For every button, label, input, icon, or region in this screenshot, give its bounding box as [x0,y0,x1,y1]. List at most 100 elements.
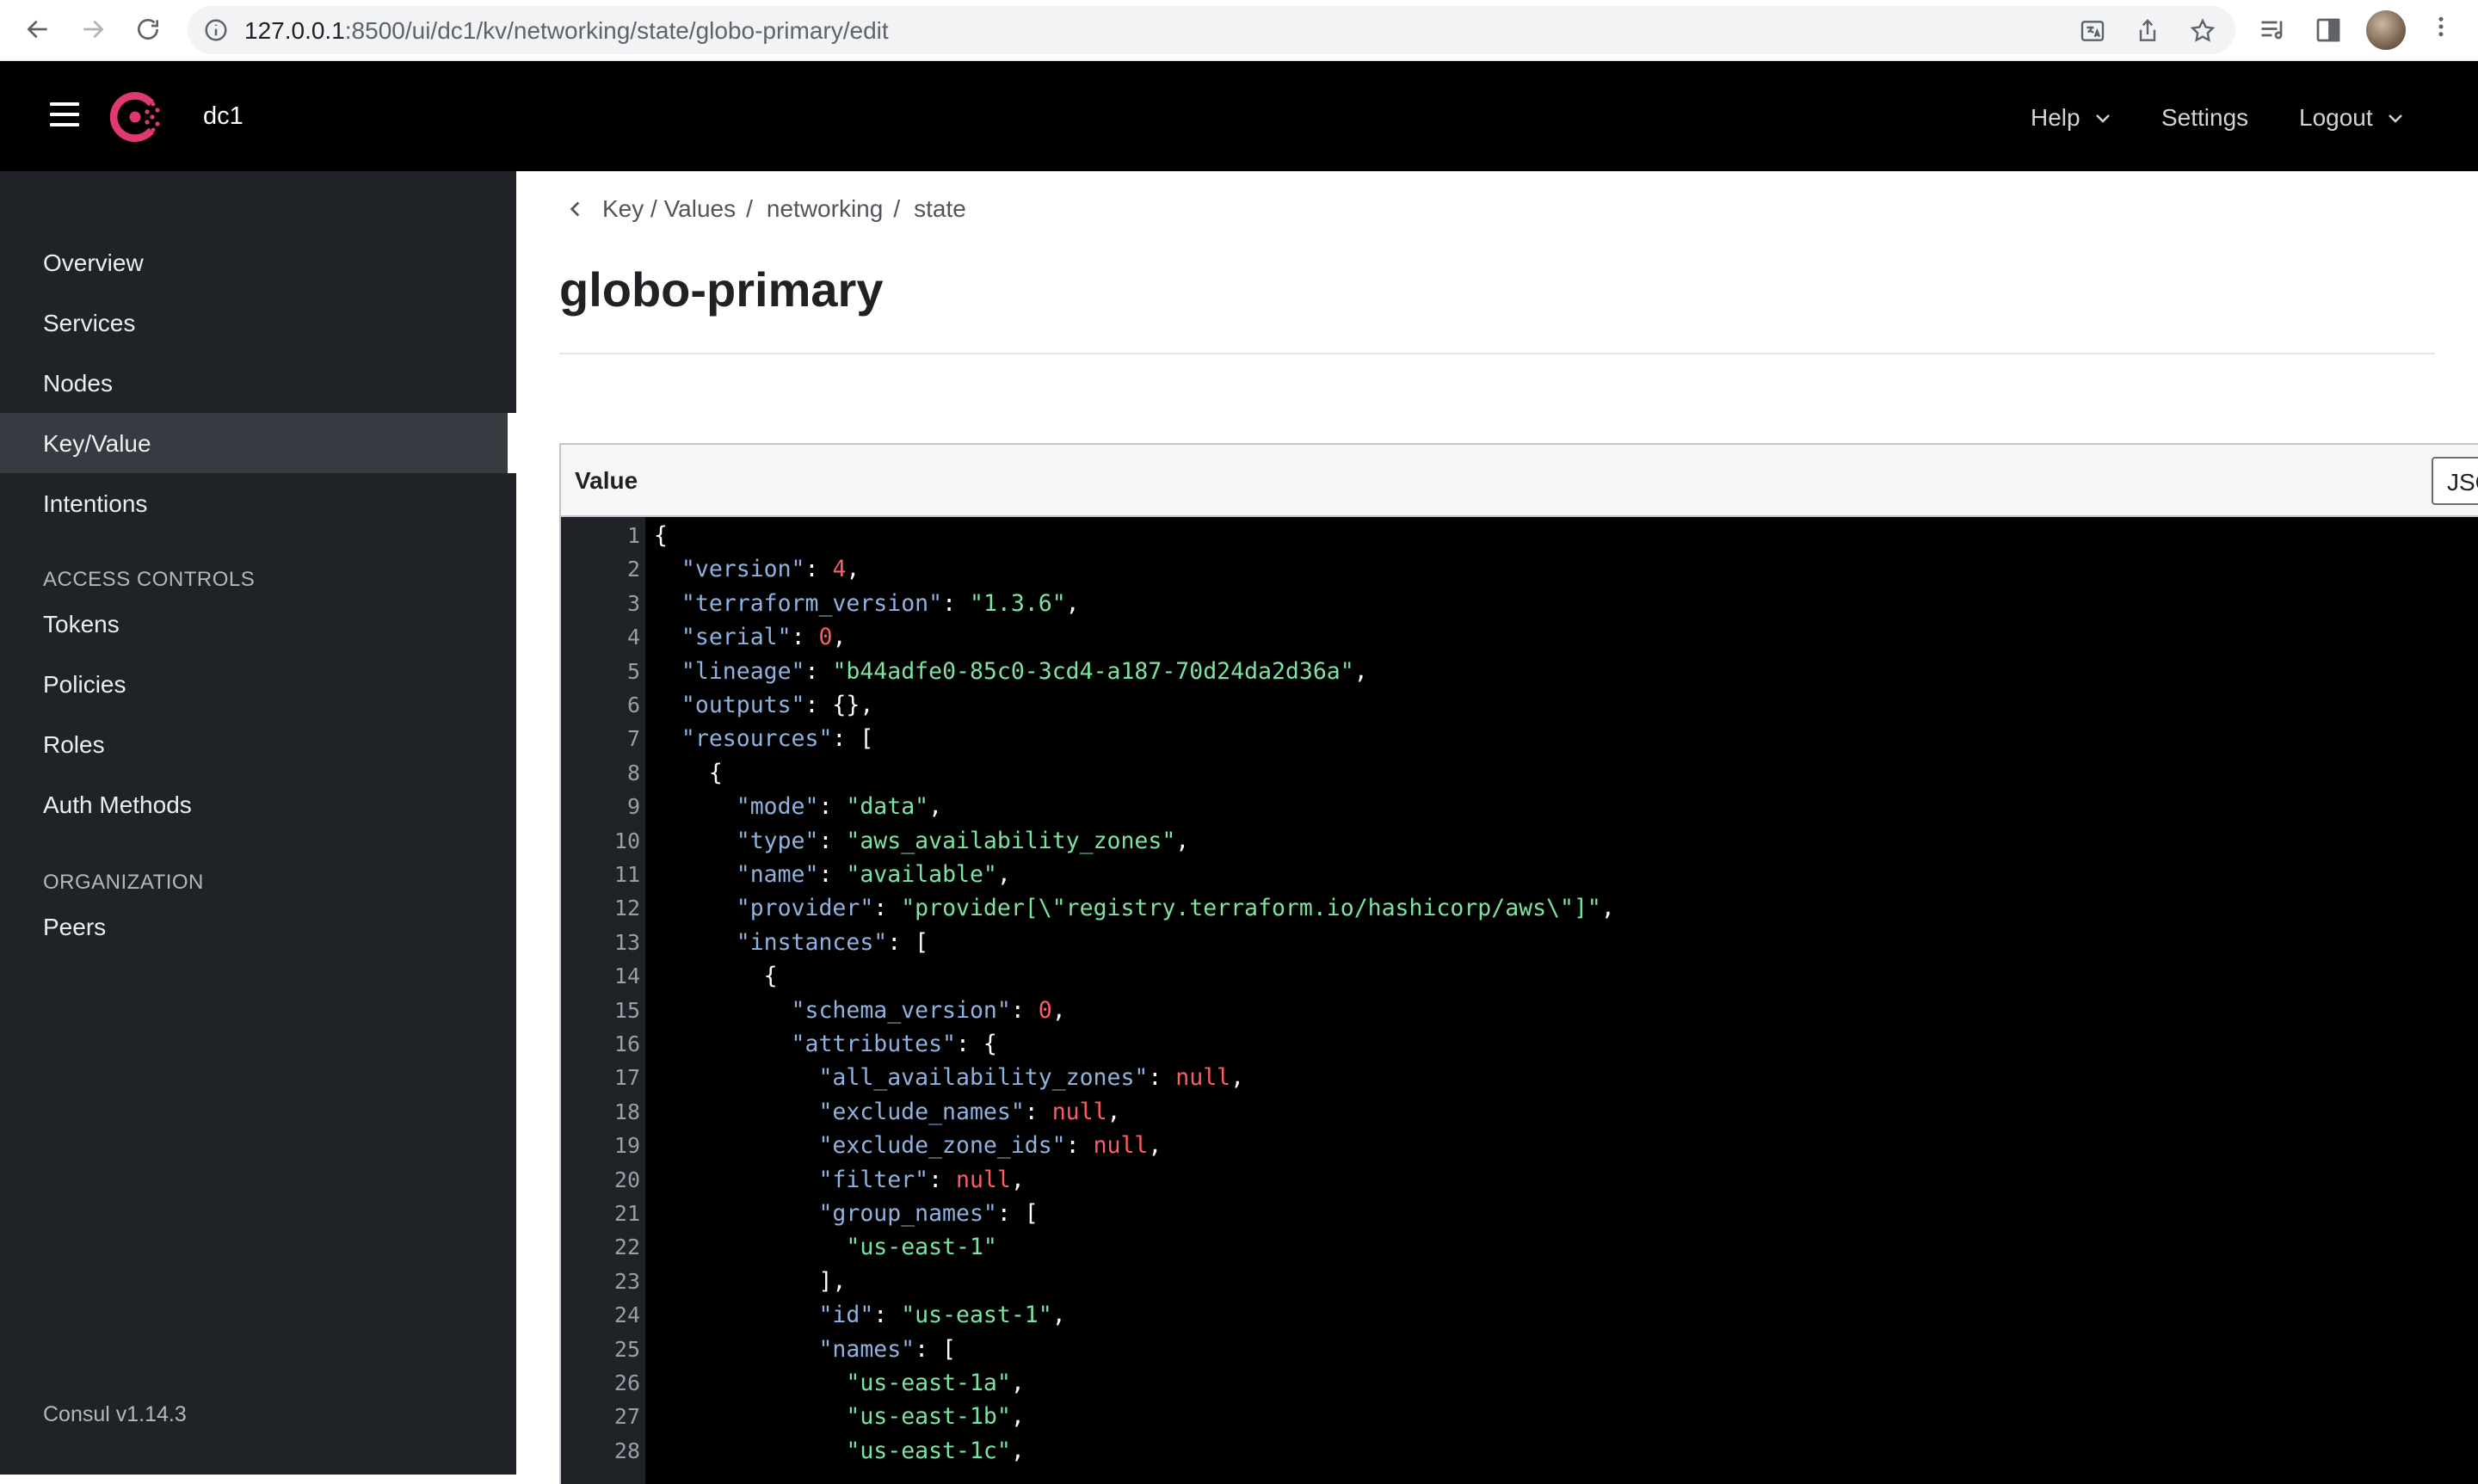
line-number: 24 [613,1302,640,1328]
line-number: 28 [613,1438,640,1463]
code-text: "lineage": "b44adfe0-85c0-3cd4-a187-70d2… [681,657,1368,685]
code-text: "filter": null, [818,1166,1025,1193]
code-text: "us-east-1b", [846,1403,1025,1431]
url-path: :8500/ui/dc1/kv/networking/state/globo-p… [344,17,889,44]
sidebar-item-policies[interactable]: Policies [43,671,126,699]
line-number: 12 [613,896,640,921]
code-line: 17 "all_availability_zones": null, [561,1061,2478,1094]
forward-icon[interactable] [76,12,110,46]
sidebar-item-nodes[interactable]: Nodes [43,370,113,397]
logout-label: Logout [2299,104,2373,131]
code-line: 22 "us-east-1" [561,1230,2478,1264]
code-text: "version": 4, [681,556,860,583]
chevron-down-icon [2388,114,2402,123]
sidebar-item-auth-methods[interactable]: Auth Methods [43,791,192,819]
line-number: 9 [626,794,640,820]
sidebar-active-indicator [508,413,516,473]
code-line: 16 "attributes": { [561,1027,2478,1061]
url-host: 127.0.0.1 [244,17,345,44]
breadcrumb-key-values[interactable]: Key / Values [602,195,736,223]
breadcrumb: Key / Values / networking / state [564,195,966,223]
code-line: 12 "provider": "provider[\"registry.terr… [561,891,2478,925]
code-text: "id": "us-east-1", [818,1302,1066,1329]
line-number: 15 [613,997,640,1023]
sidebar-item-intentions[interactable]: Intentions [43,490,147,518]
code-text: "outputs": {}, [681,692,874,718]
code-line: 27 "us-east-1b", [561,1400,2478,1433]
line-number: 21 [613,1201,640,1226]
menu-icon[interactable] [50,102,79,128]
site-info-icon[interactable] [203,17,229,43]
line-number: 11 [613,862,640,887]
breadcrumb-state[interactable]: state [914,195,966,223]
code-line: 9 "mode": "data", [561,790,2478,823]
line-number: 20 [613,1167,640,1192]
line-number: 4 [626,625,640,650]
sidebar-item-peers[interactable]: Peers [43,914,106,941]
logout-menu[interactable]: Logout [2299,104,2406,132]
editor-toolbar: Value JSON [561,445,2478,517]
code-line: 20 "filter": null, [561,1163,2478,1197]
sidebar-item-services[interactable]: Services [43,310,135,337]
code-line: 8 { [561,756,2478,790]
code-line: 10 "type": "aws_availability_zones", [561,824,2478,858]
value-editor-panel: Value JSON 1{2 "version": 4,3 "terraform… [559,443,2478,1484]
line-number: 25 [613,1336,640,1362]
datacenter-name[interactable]: dc1 [203,102,243,131]
code-editor[interactable]: 1{2 "version": 4, 3 "terraform_version": … [561,517,2478,1484]
code-text: "instances": [ [736,928,929,956]
code-line: 4 "serial": 0, [561,620,2478,654]
line-number: 13 [613,929,640,955]
sidebar-item-roles[interactable]: Roles [43,731,105,759]
line-number: 23 [613,1268,640,1294]
code-line: 11 "name": "available", [561,858,2478,891]
back-icon[interactable] [21,12,55,46]
code-text: "us-east-1c", [846,1437,1025,1464]
line-number: 16 [613,1031,640,1056]
browser-menu-icon[interactable] [2428,14,2454,46]
editor-mode-select[interactable]: JSON [2432,457,2478,505]
code-line: 5 "lineage": "b44adfe0-85c0-3cd4-a187-70… [561,655,2478,688]
translate-icon[interactable] [2079,17,2106,45]
line-number: 14 [613,964,640,989]
code-text: "group_names": [ [818,1200,1039,1227]
code-text: "resources": [ [681,725,874,753]
code-text: "exclude_zone_ids": null, [818,1132,1162,1160]
code-line: 13 "instances": [ [561,926,2478,959]
settings-link[interactable]: Settings [2161,104,2248,132]
code-line: 7 "resources": [ [561,722,2478,755]
line-number: 5 [626,658,640,684]
consul-version: Consul v1.14.3 [43,1402,187,1426]
code-line: 19 "exclude_zone_ids": null, [561,1129,2478,1162]
profile-avatar[interactable] [2366,10,2406,50]
line-number: 26 [613,1370,640,1395]
chevron-down-icon [2095,114,2110,123]
bookmark-star-icon[interactable] [2189,17,2216,45]
code-text: "exclude_names": null, [818,1098,1121,1125]
help-menu[interactable]: Help [2031,104,2113,132]
line-number: 27 [613,1404,640,1430]
side-panel-icon[interactable] [2313,15,2344,46]
reload-icon[interactable] [131,12,165,46]
line-number: 8 [626,760,640,785]
breadcrumb-networking[interactable]: networking [767,195,883,223]
code-text: "type": "aws_availability_zones", [736,827,1190,854]
line-number: 19 [613,1133,640,1159]
reading-list-icon[interactable] [2258,15,2289,46]
share-icon[interactable] [2134,17,2161,45]
address-bar[interactable]: 127.0.0.1:8500/ui/dc1/kv/networking/stat… [188,6,2235,54]
sidebar-item-overview[interactable]: Overview [43,249,144,277]
sidebar-item-key-value[interactable]: Key/Value [43,430,151,458]
consul-logo[interactable] [105,87,165,147]
code-text: "provider": "provider[\"registry.terrafo… [736,895,1615,922]
code-line: 26 "us-east-1a", [561,1366,2478,1400]
chevron-left-icon[interactable] [564,198,587,220]
code-text: "attributes": { [791,1031,997,1057]
code-line: 23 ], [561,1265,2478,1298]
url-text[interactable]: 127.0.0.1:8500/ui/dc1/kv/networking/stat… [244,17,889,45]
line-number: 7 [626,726,640,752]
code-text: "us-east-1a", [846,1370,1025,1396]
sidebar-item-tokens[interactable]: Tokens [43,611,120,638]
page-title: globo-primary [559,262,884,317]
code-line: 14 { [561,959,2478,993]
